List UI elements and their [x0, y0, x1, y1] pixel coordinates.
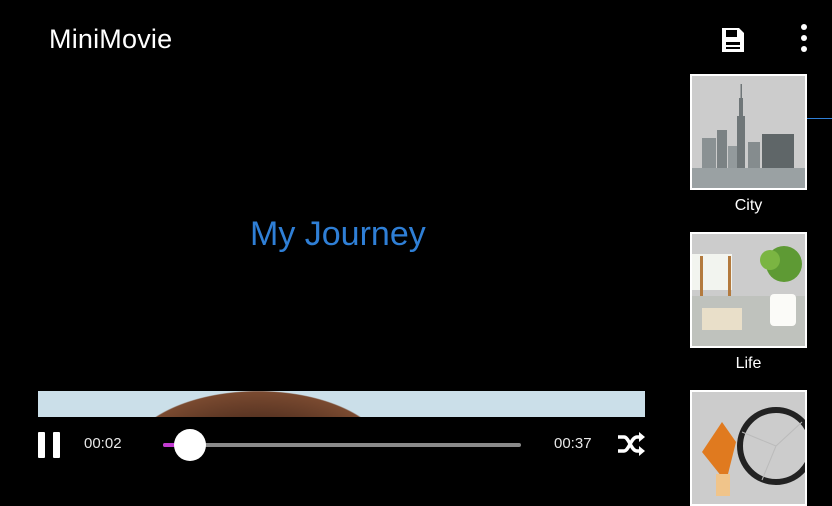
save-icon — [722, 28, 744, 52]
shuffle-icon — [618, 432, 645, 456]
total-time: 00:37 — [554, 435, 592, 452]
theme-label-city: City — [734, 197, 763, 214]
pause-icon — [38, 432, 45, 458]
theme-item-life[interactable]: Life — [690, 232, 807, 373]
more-vert-icon-dot — [801, 46, 807, 52]
playback-controls: 00:02 00:37 — [0, 415, 680, 475]
video-title: My Journey — [250, 215, 426, 253]
pause-button[interactable] — [38, 432, 64, 458]
shuffle-button[interactable] — [616, 431, 646, 457]
pause-icon — [53, 432, 60, 458]
current-time: 00:02 — [84, 435, 122, 452]
theme-item-cycling[interactable] — [690, 390, 807, 506]
cycling-thumbnail — [690, 390, 807, 506]
seek-thumb[interactable] — [174, 429, 207, 461]
more-vert-icon-dot — [801, 35, 807, 41]
theme-label-life: Life — [735, 355, 762, 372]
life-thumbnail — [690, 232, 807, 348]
app-title: MiniMovie — [49, 24, 173, 54]
save-button[interactable] — [720, 26, 746, 54]
city-thumbnail — [690, 74, 807, 190]
video-frame — [38, 391, 645, 417]
theme-item-city[interactable]: City — [690, 74, 807, 215]
seek-bar[interactable] — [163, 429, 521, 461]
video-frame-image — [126, 391, 390, 417]
more-vert-icon-dot — [801, 24, 807, 30]
more-options-button[interactable] — [796, 24, 812, 56]
